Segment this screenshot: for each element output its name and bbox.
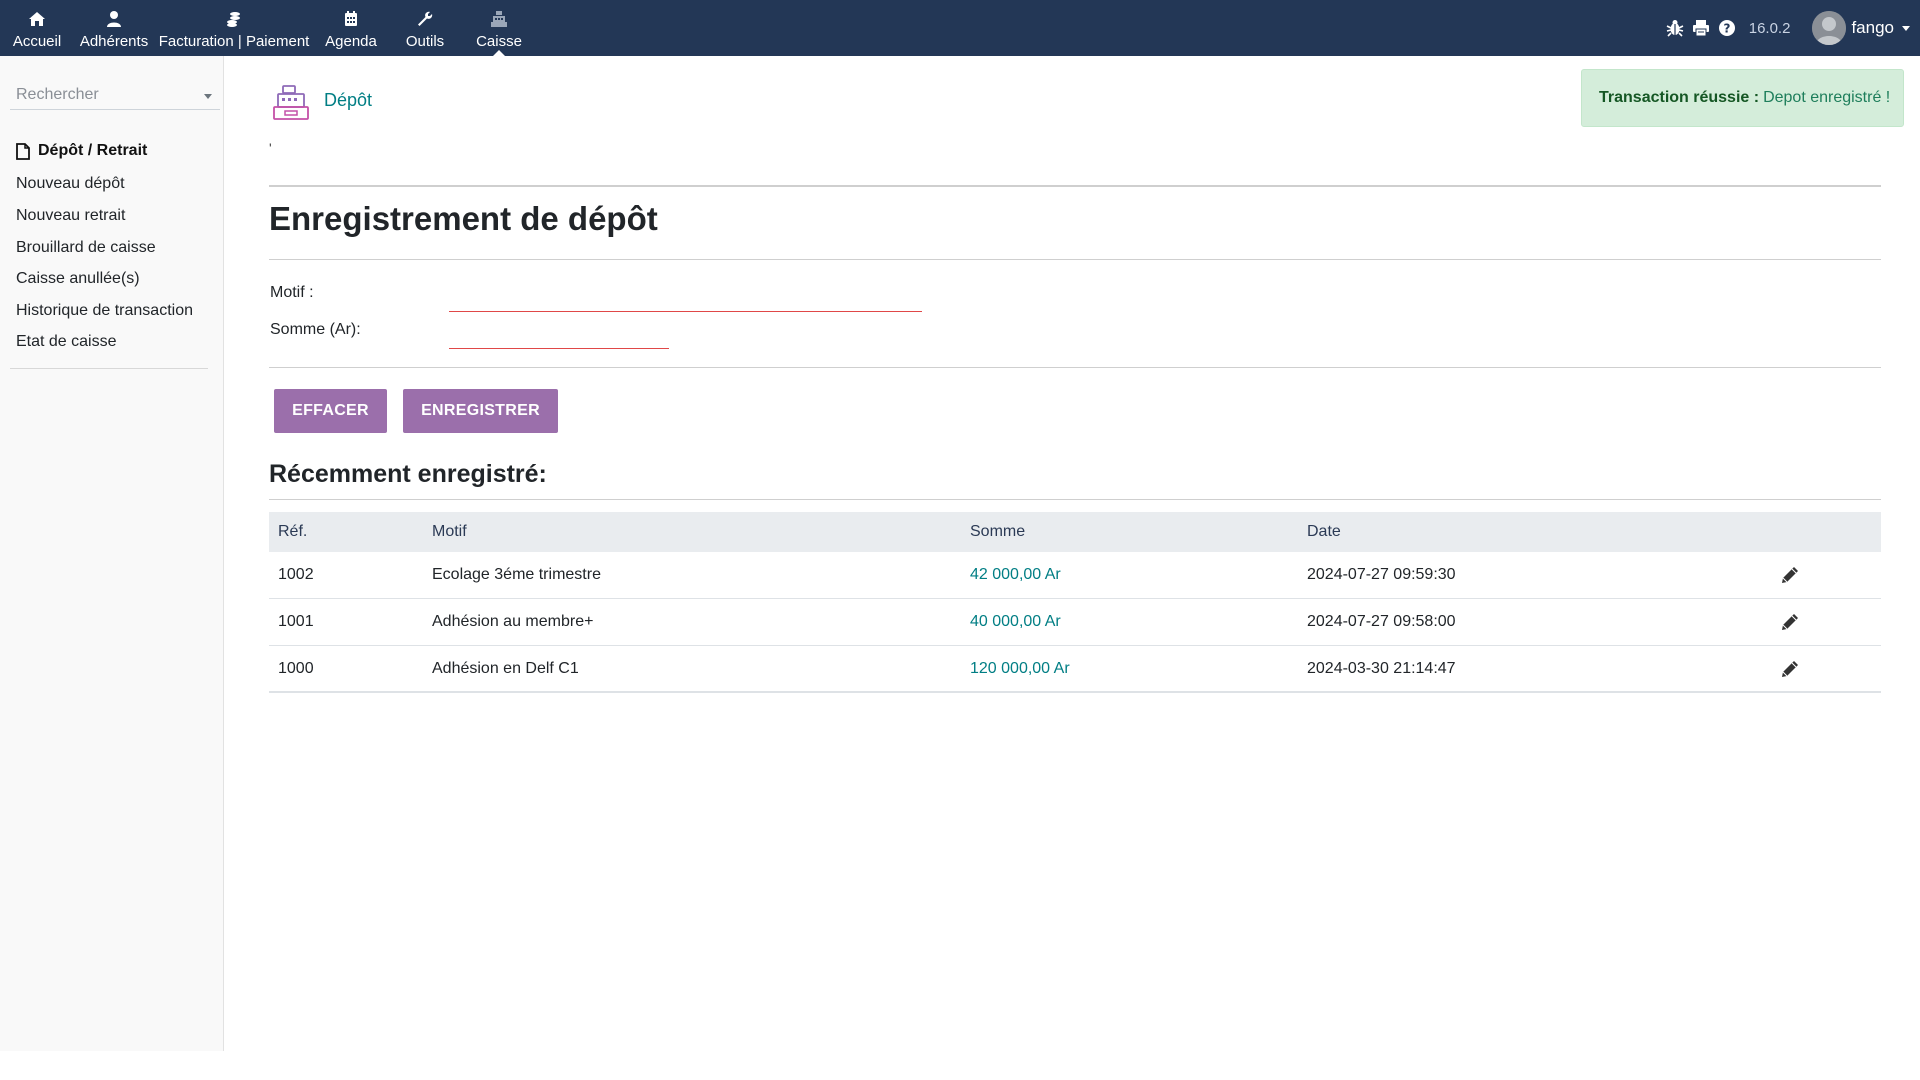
cell-motif: Adhésion au membre+ — [432, 613, 594, 630]
recent-transactions-table: Réf. Motif Somme Date 1002 Ecolage 3éme … — [269, 512, 1881, 693]
user-name[interactable]: fango — [1851, 18, 1894, 38]
wrench-icon — [418, 11, 433, 26]
sidebar-item-brouillard[interactable]: Brouillard de caisse — [16, 239, 156, 257]
calendar-icon — [345, 11, 357, 26]
nav-label: Accueil — [12, 33, 62, 50]
cell-motif: Ecolage 3éme trimestre — [432, 566, 601, 583]
table-row[interactable]: 1000 Adhésion en Delf C1 120 000,00 Ar 2… — [269, 646, 1881, 693]
nav-label: Adhérents — [79, 33, 149, 50]
svg-text:?: ? — [1723, 22, 1730, 36]
sidebar-item-nouveau-depot[interactable]: Nouveau dépôt — [16, 175, 125, 193]
recent-title: Récemment enregistré: — [269, 460, 547, 488]
cell-somme: 42 000,00 Ar — [970, 566, 1061, 583]
clear-button[interactable]: EFFACER — [274, 389, 387, 433]
sidebar-section-header: Dépôt / Retrait — [16, 142, 147, 160]
somme-label: Somme (Ar): — [270, 321, 361, 338]
version-label: 16.0.2 — [1748, 19, 1791, 37]
divider — [269, 259, 1881, 260]
cell-ref: 1001 — [278, 613, 314, 630]
avatar[interactable] — [1812, 11, 1847, 45]
chevron-down-icon[interactable] — [204, 94, 212, 99]
user-icon — [107, 11, 121, 27]
coins-icon — [227, 12, 240, 27]
table-row[interactable]: 1001 Adhésion au membre+ 40 000,00 Ar 20… — [269, 599, 1881, 646]
sidebar-section-title: Dépôt / Retrait — [38, 142, 148, 159]
nav-outils[interactable]: Outils — [402, 0, 448, 56]
alert-message: Depot enregistré ! — [1763, 89, 1891, 106]
sidebar-item-historique[interactable]: Historique de transaction — [16, 302, 193, 320]
nav-label: Agenda — [325, 33, 377, 50]
cell-date: 2024-07-27 09:59:30 — [1307, 566, 1456, 583]
file-icon — [16, 142, 30, 160]
motif-label: Motif : — [270, 284, 314, 301]
page-title[interactable]: Dépôt — [324, 90, 372, 111]
cell-motif: Adhésion en Delf C1 — [432, 660, 579, 677]
print-icon[interactable] — [1691, 18, 1711, 38]
divider — [269, 185, 1881, 187]
sidebar-divider — [10, 368, 208, 369]
home-icon — [29, 12, 45, 26]
column-header-date[interactable]: Date — [1307, 523, 1341, 541]
nav-label: Facturation | Paiement — [158, 33, 310, 50]
column-header-somme[interactable]: Somme — [970, 523, 1025, 541]
alert-label: Transaction réussie : — [1599, 89, 1760, 106]
pencil-icon[interactable] — [1779, 564, 1801, 586]
column-header-motif[interactable]: Motif — [432, 523, 467, 541]
search-placeholder: Rechercher — [16, 86, 99, 103]
save-button[interactable]: ENREGISTRER — [403, 389, 558, 433]
top-right-menu: ? 16.0.2 fango — [1659, 0, 1910, 56]
nav-label: Caisse — [476, 33, 522, 50]
help-icon[interactable]: ? — [1717, 18, 1737, 38]
cell-ref: 1000 — [278, 660, 314, 677]
cell-date: 2024-03-30 21:14:47 — [1307, 660, 1456, 677]
motif-input[interactable] — [449, 290, 922, 312]
breadcrumb-mark: ' — [269, 140, 272, 156]
cash-register-icon — [491, 11, 507, 27]
success-alert: Transaction réussie : Depot enregistré ! — [1581, 69, 1904, 127]
cell-somme: 120 000,00 Ar — [970, 660, 1070, 677]
cash-register-icon — [273, 85, 309, 120]
table-row[interactable]: 1002 Ecolage 3éme trimestre 42 000,00 Ar… — [269, 552, 1881, 599]
pencil-icon[interactable] — [1779, 658, 1801, 680]
cell-date: 2024-07-27 09:58:00 — [1307, 613, 1456, 630]
sidebar-item-caisse-annulee[interactable]: Caisse anullée(s) — [16, 270, 140, 288]
table-header: Réf. Motif Somme Date — [269, 512, 1881, 552]
divider — [269, 499, 1881, 500]
cell-ref: 1002 — [278, 566, 314, 583]
bug-icon[interactable] — [1665, 18, 1685, 38]
cell-somme: 40 000,00 Ar — [970, 613, 1061, 630]
form-title: Enregistrement de dépôt — [269, 200, 658, 237]
sidebar-item-etat-caisse[interactable]: Etat de caisse — [16, 333, 117, 351]
column-header-ref[interactable]: Réf. — [278, 523, 307, 541]
nav-caisse[interactable]: Caisse — [474, 0, 524, 56]
nav-agenda[interactable]: Agenda — [325, 0, 377, 56]
somme-input[interactable] — [449, 327, 669, 349]
nav-accueil[interactable]: Accueil — [12, 0, 62, 56]
divider — [269, 367, 1881, 368]
sidebar-item-nouveau-retrait[interactable]: Nouveau retrait — [16, 207, 125, 225]
user-menu-caret-icon[interactable] — [1902, 25, 1910, 31]
nav-adherents[interactable]: Adhérents — [80, 0, 148, 56]
nav-label: Outils — [405, 33, 445, 50]
nav-facturation[interactable]: Facturation | Paiement — [158, 0, 310, 56]
top-navbar: Accueil Adhérents Facturation | Paiement… — [0, 0, 1920, 56]
sidebar: Rechercher Dépôt / Retrait Nouveau dépôt… — [0, 56, 224, 1051]
pencil-icon[interactable] — [1779, 611, 1801, 633]
search-input[interactable]: Rechercher — [10, 84, 220, 110]
